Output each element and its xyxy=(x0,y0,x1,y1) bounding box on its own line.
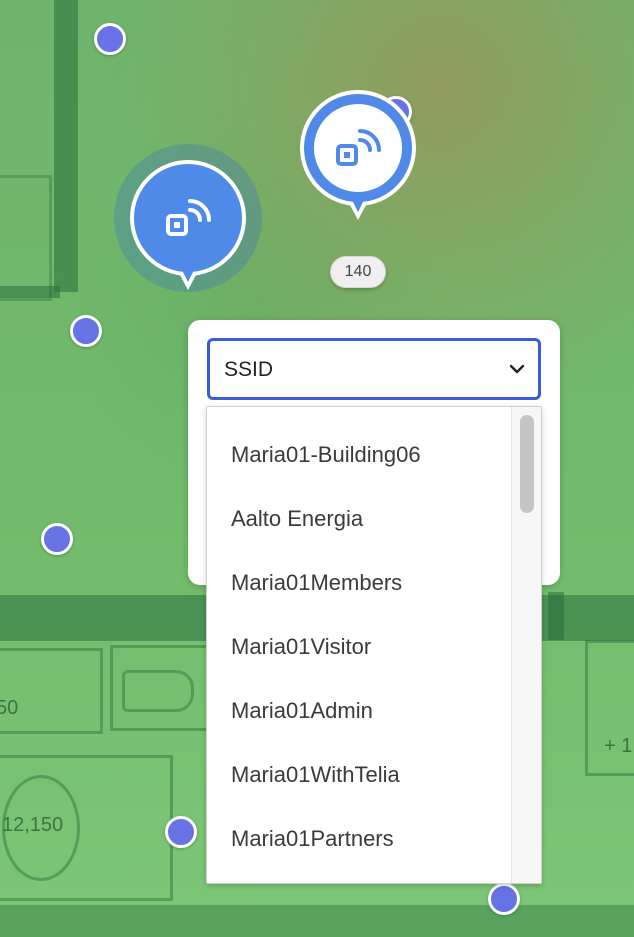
chevron-down-icon xyxy=(509,364,525,374)
client-count-badge[interactable]: 140 xyxy=(330,256,386,288)
client-dot[interactable] xyxy=(488,883,520,915)
ssid-select[interactable]: SSID xyxy=(207,338,541,400)
client-dot[interactable] xyxy=(70,315,102,347)
ssid-options-list[interactable]: Maria01-Building06 Aalto Energia Maria01… xyxy=(206,406,542,884)
map-wall xyxy=(54,0,78,292)
ssid-option[interactable]: Maria01Partners xyxy=(231,826,394,852)
map-room xyxy=(0,648,103,734)
wifi-access-point-icon xyxy=(336,129,381,166)
map-wall xyxy=(0,905,634,937)
map-wall xyxy=(548,592,564,640)
map-label: 50 xyxy=(0,697,19,719)
client-dot[interactable] xyxy=(41,523,73,555)
ssid-option[interactable]: Aalto Energia xyxy=(231,506,363,532)
ssid-option[interactable]: Maria01WithTelia xyxy=(231,762,400,788)
ssid-option[interactable]: Maria01Members xyxy=(231,570,402,596)
ssid-option[interactable]: Maria01Admin xyxy=(231,698,373,724)
ssid-option[interactable]: Maria01-Building06 xyxy=(231,442,421,468)
wifi-access-point-icon xyxy=(166,199,211,236)
client-dot[interactable] xyxy=(94,23,126,55)
scrollbar-track[interactable] xyxy=(511,407,541,883)
map-room xyxy=(122,670,194,712)
pin-tail-inner xyxy=(176,258,200,282)
ssid-select-value: SSID xyxy=(224,358,274,381)
ssid-option[interactable]: Maria01Visitor xyxy=(231,634,371,660)
map-label: 12,150 xyxy=(2,814,64,836)
client-dot[interactable] xyxy=(165,816,197,848)
map-room xyxy=(0,175,52,301)
map-label: + 1 xyxy=(604,735,633,757)
scrollbar-thumb[interactable] xyxy=(520,415,534,513)
